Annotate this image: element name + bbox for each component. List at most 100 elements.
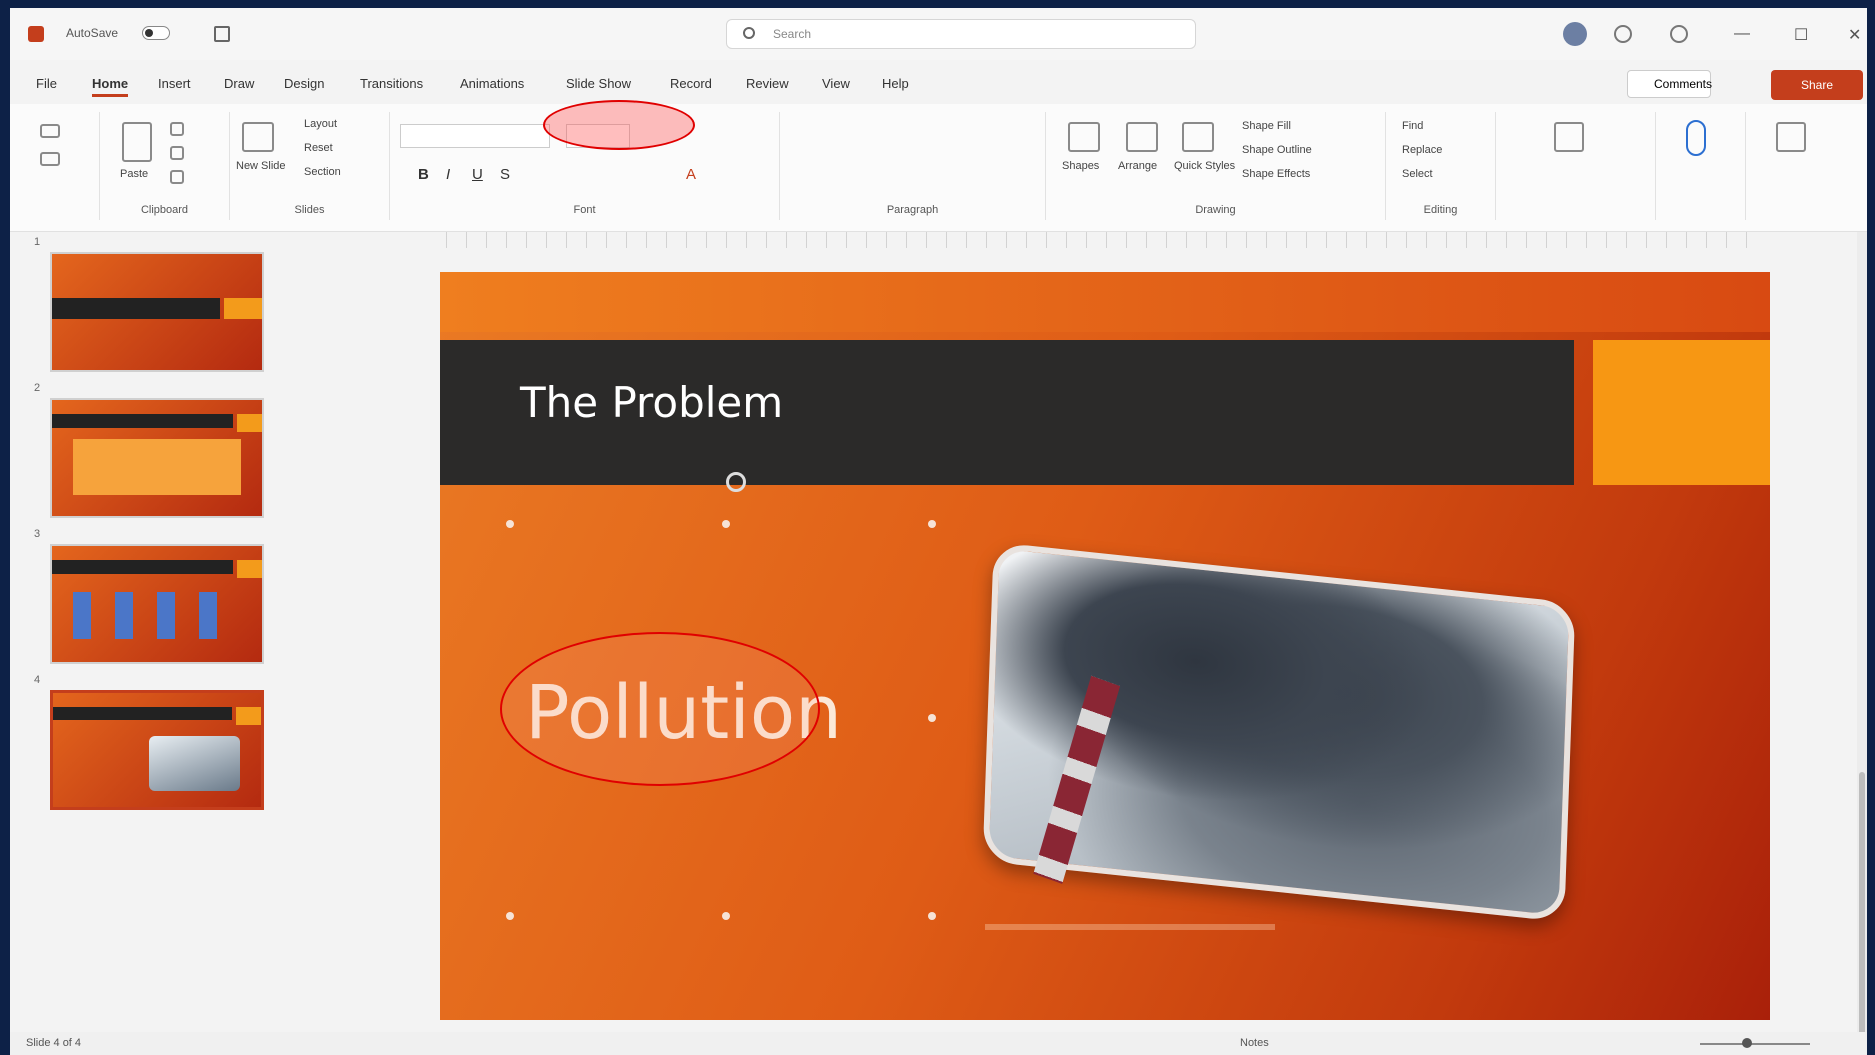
thumb-accent — [224, 298, 262, 319]
selection-handle[interactable] — [928, 912, 936, 920]
layout-label[interactable]: Layout — [304, 118, 337, 130]
selection-handle[interactable] — [722, 520, 730, 528]
format-painter-icon[interactable] — [170, 170, 184, 184]
thumb-number: 4 — [34, 674, 41, 686]
paste-icon[interactable] — [122, 122, 152, 162]
quick-styles-label[interactable]: Quick Styles — [1174, 160, 1235, 172]
slide-thumbnail-2[interactable] — [50, 398, 264, 518]
select-label[interactable]: Select — [1402, 168, 1433, 180]
tab-file[interactable]: File — [36, 76, 57, 91]
shape-effects-label[interactable]: Shape Effects — [1242, 168, 1310, 180]
redo-icon[interactable] — [40, 152, 60, 166]
underline-button[interactable]: U — [472, 166, 483, 183]
slide-thumbnail-4-selected[interactable] — [50, 690, 264, 810]
tab-slide-show[interactable]: Slide Show — [566, 76, 631, 91]
comments-button[interactable]: Comments — [1627, 70, 1712, 98]
autosave-toggle[interactable] — [142, 26, 170, 40]
rotate-handle-icon[interactable] — [726, 472, 746, 492]
tab-view[interactable]: View — [822, 76, 850, 91]
thumb-photo — [148, 736, 241, 792]
find-label[interactable]: Find — [1402, 120, 1423, 132]
thumb-title-bar — [52, 559, 233, 574]
replace-label[interactable]: Replace — [1402, 144, 1442, 156]
microphone-icon[interactable] — [1686, 120, 1706, 156]
search-icon — [743, 27, 755, 39]
search-box[interactable]: Search — [726, 19, 1196, 49]
drawing-group: Shapes Arrange Quick Styles Shape Fill S… — [1046, 112, 1386, 220]
pollution-photo[interactable] — [982, 541, 1576, 923]
arrange-label[interactable]: Arrange — [1118, 160, 1157, 172]
bold-button[interactable]: B — [418, 166, 429, 183]
share-button[interactable]: Share — [1771, 70, 1863, 100]
reset-label[interactable]: Reset — [304, 142, 333, 154]
arrange-icon[interactable] — [1126, 122, 1158, 152]
tab-help[interactable]: Help — [882, 76, 909, 91]
ribbon: Paste Clipboard New Slide Layout Reset S… — [10, 104, 1867, 232]
tab-home[interactable]: Home — [92, 76, 129, 97]
tab-record[interactable]: Record — [670, 76, 712, 91]
scrollbar-thumb[interactable] — [1859, 772, 1865, 1052]
close-icon[interactable]: ✕ — [1848, 25, 1861, 45]
shape-outline-label[interactable]: Shape Outline — [1242, 144, 1312, 156]
thumb-title-bar — [52, 413, 233, 428]
font-group-label: Font — [573, 204, 596, 216]
zoom-slider[interactable] — [1700, 1043, 1810, 1045]
shapes-label[interactable]: Shapes — [1062, 160, 1099, 172]
title-bar: AutoSave Search — ☐ ✕ — [10, 8, 1867, 60]
slide-title[interactable]: The Problem — [520, 378, 783, 427]
slide-thumbnail-1[interactable] — [50, 252, 264, 372]
italic-button[interactable]: I — [446, 166, 450, 183]
selection-handle[interactable] — [506, 520, 514, 528]
notes-button[interactable]: Notes — [1240, 1037, 1269, 1049]
copilot-icon[interactable] — [1670, 25, 1688, 43]
slides-thumbnail-pane: 1 2 3 4 — [10, 232, 310, 1042]
status-bar: Slide 4 of 4 Notes — [10, 1032, 1867, 1055]
section-label[interactable]: Section — [304, 166, 341, 178]
new-slide-label[interactable]: New Slide — [236, 160, 286, 172]
minimize-icon[interactable]: — — [1734, 25, 1750, 43]
font-color-icon[interactable]: A — [686, 166, 696, 183]
shape-fill-label[interactable]: Shape Fill — [1242, 120, 1291, 132]
selection-handle[interactable] — [928, 714, 936, 722]
maximize-icon[interactable]: ☐ — [1794, 25, 1808, 45]
vertical-scrollbar[interactable] — [1857, 232, 1867, 1052]
thumb-title-bar — [53, 706, 232, 721]
font-name-dropdown[interactable] — [400, 124, 550, 148]
accent-box-shape[interactable] — [1593, 340, 1770, 485]
slide-thumbnail-3[interactable] — [50, 544, 264, 664]
tab-transitions[interactable]: Transitions — [360, 76, 423, 91]
voice-group — [1656, 112, 1746, 220]
quick-styles-icon[interactable] — [1182, 122, 1214, 152]
font-size-highlight-oval — [543, 100, 695, 150]
thumb-figures — [73, 592, 241, 639]
zoom-slider-knob[interactable] — [1742, 1038, 1752, 1048]
magnifier-icon[interactable] — [1554, 122, 1584, 152]
designer-icon[interactable] — [1776, 122, 1806, 152]
tab-insert[interactable]: Insert — [158, 76, 191, 91]
shapes-icon[interactable] — [1068, 122, 1100, 152]
horizontal-ruler — [446, 232, 1766, 248]
clipboard-group-label: Clipboard — [140, 204, 189, 216]
selection-handle[interactable] — [722, 912, 730, 920]
tab-review[interactable]: Review — [746, 76, 789, 91]
tab-draw[interactable]: Draw — [224, 76, 254, 91]
thumb-content-box — [73, 439, 241, 496]
tab-design[interactable]: Design — [284, 76, 324, 91]
clipboard-group: Paste Clipboard — [100, 112, 230, 220]
title-bar-shape[interactable]: The Problem — [440, 340, 1574, 485]
new-slide-icon[interactable] — [242, 122, 274, 152]
search-placeholder: Search — [773, 27, 812, 41]
paste-label[interactable]: Paste — [120, 168, 148, 180]
avatar[interactable] — [1563, 22, 1587, 46]
copy-icon[interactable] — [170, 146, 184, 160]
undo-icon[interactable] — [40, 124, 60, 138]
settings-icon[interactable] — [1614, 25, 1632, 43]
tab-animations[interactable]: Animations — [460, 76, 524, 91]
cut-icon[interactable] — [170, 122, 184, 136]
strikethrough-button[interactable]: S — [500, 166, 510, 183]
selection-handle[interactable] — [506, 912, 514, 920]
thumb-number: 1 — [34, 236, 41, 248]
save-icon[interactable] — [214, 26, 230, 42]
thumb-title-bar — [52, 298, 220, 319]
selection-handle[interactable] — [928, 520, 936, 528]
